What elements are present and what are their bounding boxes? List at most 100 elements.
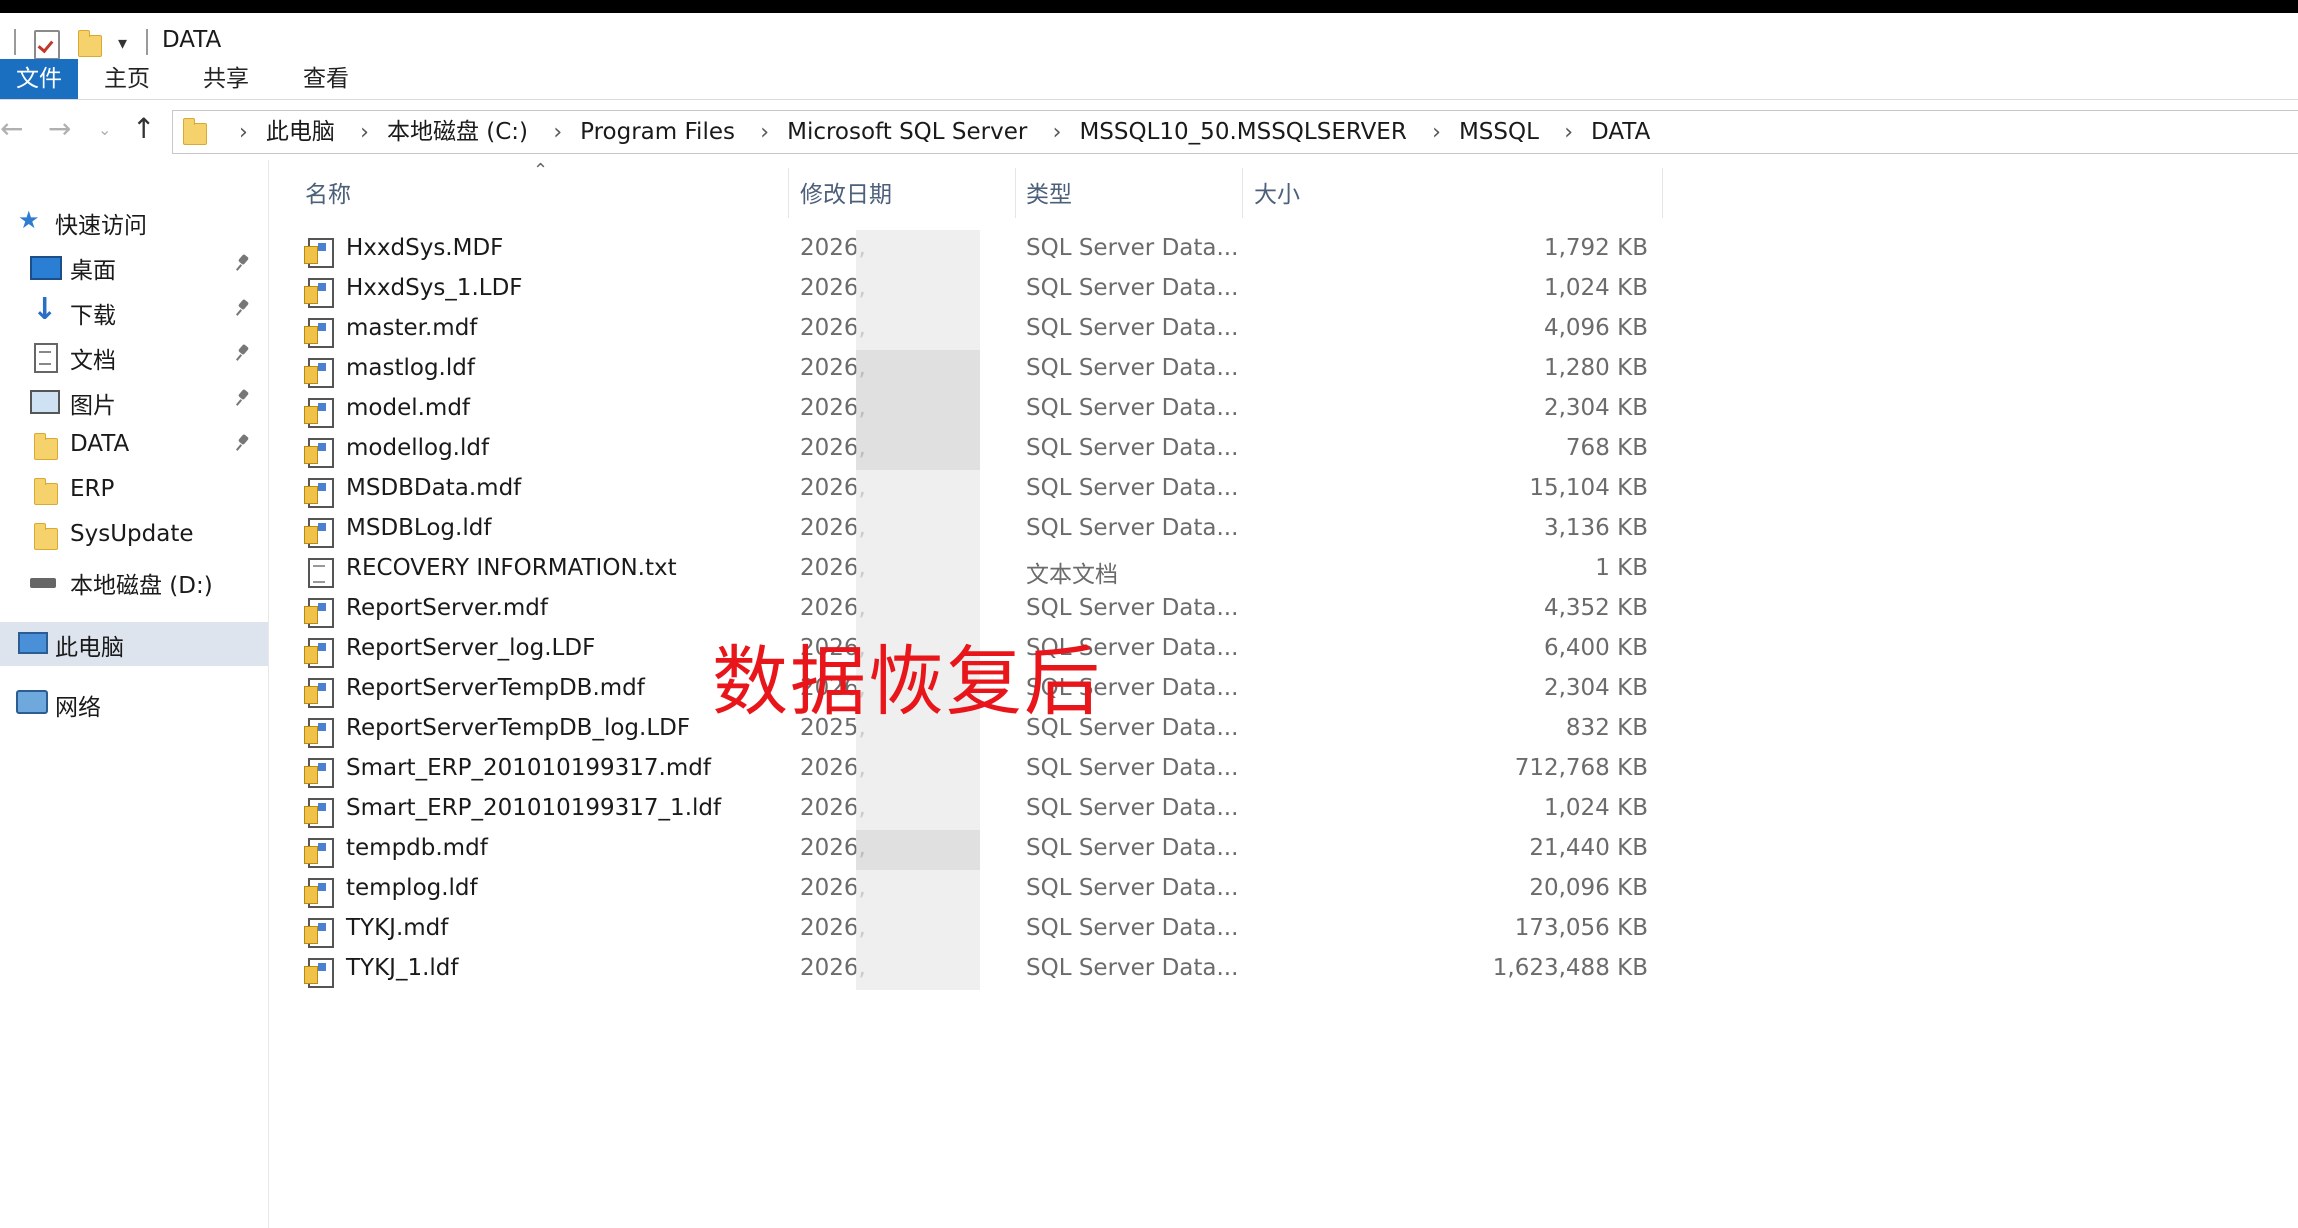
back-arrow-icon[interactable]: ← xyxy=(0,112,23,145)
pin-icon[interactable] xyxy=(238,435,248,449)
file-size: 712,768 KB xyxy=(1514,755,1648,781)
column-separator[interactable] xyxy=(1015,168,1016,218)
breadcrumb-mssql[interactable]: MSSQL xyxy=(1459,111,1539,153)
sidebar-item-label: 桌面 xyxy=(70,258,116,284)
up-arrow-icon[interactable]: ↑ xyxy=(132,112,155,145)
column-header-name[interactable]: 名称 xyxy=(305,175,351,215)
properties-check-icon[interactable] xyxy=(34,30,60,60)
network-icon xyxy=(16,690,48,714)
file-name: HxxdSys_1.LDF xyxy=(346,275,523,301)
database-file-icon xyxy=(304,398,334,428)
tab-file[interactable]: 文件 xyxy=(0,59,78,99)
database-file-icon xyxy=(304,718,334,748)
sidebar-item-label: 本地磁盘 (D:) xyxy=(70,573,213,599)
column-separator[interactable] xyxy=(1662,168,1663,218)
sidebar-item-erp[interactable]: ERP xyxy=(0,470,268,514)
file-row[interactable]: model.mdf 2026, SQL Server Data... 2,304 KB xyxy=(300,390,1660,430)
file-size: 2,304 KB xyxy=(1543,675,1648,701)
file-row[interactable]: TYKJ.mdf 2026, SQL Server Data... 173,056 K… xyxy=(300,910,1660,950)
download-arrow-icon: ↓ xyxy=(32,292,58,327)
sidebar-item-pictures[interactable]: 图片 xyxy=(0,380,268,424)
sidebar-item-desktop[interactable]: 桌面 xyxy=(0,245,268,289)
blurred-date-region xyxy=(856,350,980,390)
database-file-icon xyxy=(304,358,334,388)
database-file-icon xyxy=(304,278,334,308)
pin-icon[interactable] xyxy=(238,255,248,269)
database-file-icon xyxy=(304,678,334,708)
sidebar-item-local-disk-d[interactable]: 本地磁盘 (D:) xyxy=(0,560,268,604)
customize-toolbar-dropdown-icon[interactable]: ▾ xyxy=(118,33,127,54)
file-row[interactable]: tempdb.mdf 2026, SQL Server Data... 21,440 … xyxy=(300,830,1660,870)
breadcrumb-microsoft-sql-server[interactable]: Microsoft SQL Server xyxy=(787,111,1027,153)
blurred-date-region xyxy=(856,230,980,270)
file-row[interactable]: modellog.ldf 2026, SQL Server Data... 768 K… xyxy=(300,430,1660,470)
address-bar[interactable]: › 此电脑 › 本地磁盘 (C:) › Program Files › Microsof… xyxy=(172,110,2298,154)
file-type: SQL Server Data... xyxy=(1026,595,1239,621)
file-row[interactable]: RECOVERY INFORMATION.txt 2026, 文本文档 1 KB xyxy=(300,550,1660,590)
tab-view[interactable]: 查看 xyxy=(303,59,349,99)
column-header-size[interactable]: 大小 xyxy=(1254,175,1300,215)
sidebar-item-documents[interactable]: 文档 xyxy=(0,335,268,379)
blurred-date-region xyxy=(856,390,980,430)
database-file-icon xyxy=(304,878,334,908)
sidebar-item-sysupdate[interactable]: SysUpdate xyxy=(0,515,268,559)
column-header-date-modified[interactable]: 修改日期 xyxy=(800,175,892,215)
file-row[interactable]: mastlog.ldf 2026, SQL Server Data... 1,280 … xyxy=(300,350,1660,390)
column-header-type[interactable]: 类型 xyxy=(1026,175,1072,215)
toolbar-separator xyxy=(14,29,16,55)
navigation-bar: ← → ⌄ ↑ › 此电脑 › 本地磁盘 (C:) › Program Files ›… xyxy=(0,100,2298,160)
file-row[interactable]: TYKJ_1.ldf 2026, SQL Server Data... 1,623,4… xyxy=(300,950,1660,990)
file-name: Smart_ERP_201010199317_1.ldf xyxy=(346,795,722,821)
file-type: SQL Server Data... xyxy=(1026,275,1239,301)
pin-icon[interactable] xyxy=(238,345,248,359)
pin-icon[interactable] xyxy=(238,390,248,404)
new-folder-icon[interactable] xyxy=(78,30,102,57)
file-name: templog.ldf xyxy=(346,875,478,901)
file-size: 6,400 KB xyxy=(1543,635,1648,661)
breadcrumb-local-disk-c[interactable]: 本地磁盘 (C:) xyxy=(387,111,528,153)
star-icon: ★ xyxy=(18,206,40,234)
sidebar-item-quick-access[interactable]: ★ 快速访问 xyxy=(0,200,268,244)
file-row[interactable]: Smart_ERP_201010199317.mdf 2026, SQL Serve… xyxy=(300,750,1660,790)
chevron-right-icon: › xyxy=(239,120,248,145)
file-name: TYKJ_1.ldf xyxy=(346,955,459,981)
top-edge-bar xyxy=(0,0,2298,13)
file-name: Smart_ERP_201010199317.mdf xyxy=(346,755,711,781)
file-row[interactable]: templog.ldf 2026, SQL Server Data... 20,096… xyxy=(300,870,1660,910)
sidebar-item-network[interactable]: 网络 xyxy=(0,682,268,726)
file-row[interactable]: master.mdf 2026, SQL Server Data... 4,096 K… xyxy=(300,310,1660,350)
file-row[interactable]: HxxdSys.MDF 2026, SQL Server Data... 1,792 … xyxy=(300,230,1660,270)
tab-home[interactable]: 主页 xyxy=(104,59,150,99)
file-type: SQL Server Data... xyxy=(1026,795,1239,821)
database-file-icon xyxy=(304,478,334,508)
file-name: tempdb.mdf xyxy=(346,835,488,861)
file-row[interactable]: MSDBData.mdf 2026, SQL Server Data... 15,10… xyxy=(300,470,1660,510)
blurred-date-region xyxy=(856,310,980,350)
file-row[interactable]: HxxdSys_1.LDF 2026, SQL Server Data... 1,02… xyxy=(300,270,1660,310)
sidebar-item-this-pc[interactable]: 此电脑 xyxy=(0,622,268,666)
pin-icon[interactable] xyxy=(238,300,248,314)
sidebar-item-label: DATA xyxy=(70,431,130,457)
breadcrumb-data[interactable]: DATA xyxy=(1591,111,1650,153)
file-row[interactable]: Smart_ERP_201010199317_1.ldf 2026, SQL Ser… xyxy=(300,790,1660,830)
file-name: ReportServer_log.LDF xyxy=(346,635,596,661)
file-size: 1,024 KB xyxy=(1543,275,1648,301)
file-type: SQL Server Data... xyxy=(1026,835,1239,861)
column-separator[interactable] xyxy=(788,168,789,218)
breadcrumb-program-files[interactable]: Program Files xyxy=(580,111,735,153)
pane-divider[interactable] xyxy=(268,160,269,1228)
sidebar-item-data[interactable]: DATA xyxy=(0,425,268,469)
file-row[interactable]: MSDBLog.ldf 2026, SQL Server Data... 3,136 … xyxy=(300,510,1660,550)
breadcrumb-mssql-instance[interactable]: MSSQL10_50.MSSQLSERVER xyxy=(1079,111,1406,153)
column-separator[interactable] xyxy=(1242,168,1243,218)
breadcrumb-this-pc[interactable]: 此电脑 xyxy=(266,111,335,153)
file-size: 1,024 KB xyxy=(1543,795,1648,821)
file-type: SQL Server Data... xyxy=(1026,875,1239,901)
text-file-icon xyxy=(308,558,334,588)
recent-locations-chevron-icon[interactable]: ⌄ xyxy=(98,120,111,139)
file-type: SQL Server Data... xyxy=(1026,755,1239,781)
database-file-icon xyxy=(304,958,334,988)
tab-share[interactable]: 共享 xyxy=(203,59,249,99)
sidebar-item-downloads[interactable]: ↓ 下载 xyxy=(0,290,268,334)
forward-arrow-icon[interactable]: → xyxy=(48,112,71,145)
